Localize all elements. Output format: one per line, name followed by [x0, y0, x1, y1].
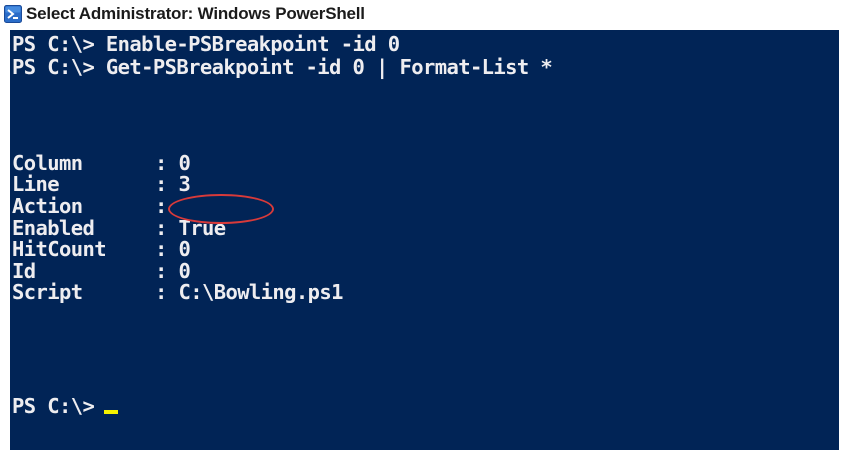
window-left-border — [0, 30, 10, 450]
powershell-icon — [4, 5, 22, 23]
console-area[interactable]: PS C:\> Enable-PSBreakpoint -id 0 PS C:\… — [10, 30, 839, 450]
property-value: : 3 — [155, 172, 191, 196]
prompt-text: PS C:\> — [12, 394, 95, 418]
command-line: PS C:\> Enable-PSBreakpoint -id 0 — [12, 32, 400, 56]
property-row: Action: — [12, 194, 167, 218]
property-name: Script — [12, 280, 83, 304]
property-value: : C:\Bowling.ps1 — [155, 280, 343, 304]
property-name: Action — [12, 194, 83, 218]
text-cursor — [104, 410, 119, 414]
title-bar[interactable]: Select Administrator: Windows PowerShell — [0, 0, 851, 30]
window-right-border — [839, 30, 851, 450]
property-value: : 0 — [155, 237, 191, 261]
highlight-circle-annotation — [168, 194, 274, 224]
powershell-window: Select Administrator: Windows PowerShell… — [0, 0, 851, 450]
property-value: : — [155, 194, 167, 218]
property-row: Line : 3 — [12, 172, 191, 196]
property-row: HitCount : 0 — [12, 237, 191, 261]
property-name: Line — [12, 172, 60, 196]
property-name: HitCount — [12, 237, 107, 261]
property-row: Script : C:\Bowling.ps1 — [12, 280, 343, 304]
command-line: PS C:\> Get-PSBreakpoint -id 0 | Format-… — [12, 55, 553, 79]
prompt-line[interactable]: PS C:\> — [12, 394, 119, 418]
window-title: Select Administrator: Windows PowerShell — [26, 4, 365, 23]
